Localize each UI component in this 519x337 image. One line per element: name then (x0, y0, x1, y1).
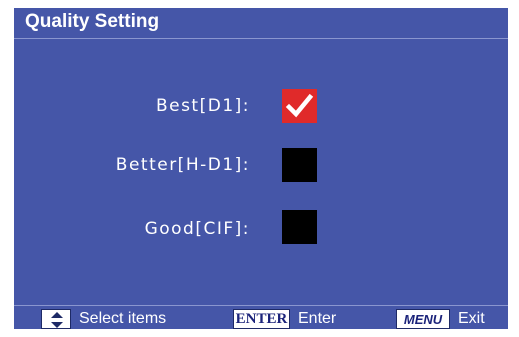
checkmark-icon (285, 93, 314, 118)
option-checkbox-better[interactable] (282, 148, 317, 182)
quality-setting-panel: Quality Setting Best[D1]: Better[H-D1]: … (14, 8, 508, 329)
option-checkbox-best[interactable] (282, 89, 317, 123)
page-title: Quality Setting (25, 11, 160, 32)
option-label-best: Best[D1]: (155, 96, 250, 116)
option-checkbox-good[interactable] (282, 210, 317, 244)
enter-key-badge: ENTER (233, 309, 290, 329)
select-items-hint: Select items (41, 309, 166, 329)
exit-label: Exit (458, 310, 485, 327)
select-items-label: Select items (79, 310, 167, 327)
title-bar: Quality Setting (14, 8, 508, 39)
footer-hints: Select items ENTER Enter MENU Exit (14, 305, 508, 329)
option-label-better: Better[H-D1]: (115, 155, 250, 175)
up-down-arrows-icon (41, 309, 71, 329)
enter-label: Enter (298, 310, 337, 327)
menu-key-badge: MENU (396, 309, 450, 329)
enter-hint: ENTER Enter (233, 309, 336, 329)
option-label-good: Good[CIF]: (144, 219, 250, 239)
exit-hint: MENU Exit (396, 309, 485, 329)
